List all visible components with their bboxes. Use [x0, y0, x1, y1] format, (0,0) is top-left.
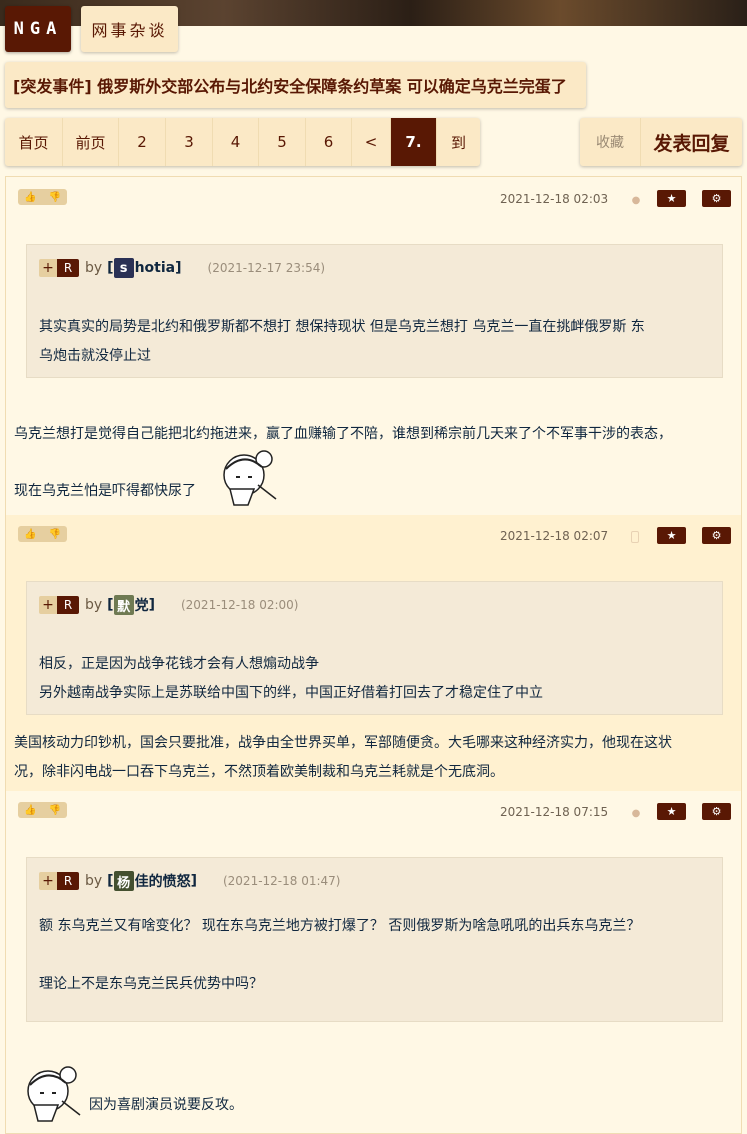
post-line: 因为喜剧演员说要反攻。 [89, 1097, 243, 1113]
star-icon[interactable]: ★ [657, 803, 686, 820]
quote-line: 另外越南战争实际上是苏联给中国下的绊，中国正好借着打回去了才稳定住了中立 [39, 685, 543, 701]
post: 👍 👎 2021-12-18 02:03 ● ★ ⚙ + R by [ s ho… [6, 177, 741, 515]
quote-text: 相反，正是因为战争花钱才会有人想煽动战争 另外越南战争实际上是苏联给中国下的绊，… [39, 650, 543, 708]
thread-actions: 收藏 发表回复 [580, 118, 742, 166]
by-label: by [85, 597, 103, 613]
user-name-rest: 佳的愤怒 [134, 874, 191, 890]
thumbs-up-icon[interactable]: 👍 [24, 805, 36, 816]
page-current[interactable]: 7. [391, 118, 437, 166]
vote-buttons[interactable]: 👍 👎 [18, 526, 67, 542]
post-line: 况，除非闪电战一口吞下乌克兰，不然顶着欧美制裁和乌克兰耗就是个无底洞。 [14, 764, 504, 780]
quote-text: 其实真实的局势是北约和俄罗斯都不想打 想保持现状 但是乌克兰想打 乌克兰一直在挑… [39, 313, 645, 371]
page-3[interactable]: 3 [166, 118, 213, 166]
quote-time: (2021-12-18 02:00) [180, 598, 299, 612]
thumbs-down-icon[interactable]: 👎 [49, 805, 61, 816]
quote-time: (2021-12-18 01:47) [222, 874, 341, 888]
vote-buttons[interactable]: 👍 👎 [18, 189, 67, 205]
page-2[interactable]: 2 [119, 118, 166, 166]
user-initial-badge: 默 [113, 595, 134, 615]
thumbs-up-icon[interactable]: 👍 [24, 529, 36, 540]
post-date: 2021-12-18 02:03 [500, 192, 609, 206]
anime-sticker-image [27, 1066, 81, 1122]
bracket-close: ] [175, 260, 182, 276]
post-content: 美国核动力印钞机，国会只要批准，战争由全世界买单，军部随便贪。大毛哪来这种经济实… [14, 729, 672, 787]
post: 👍 👎 2021-12-18 07:15 ● ★ ⚙ + R by [ 杨 佳的… [6, 791, 741, 1133]
nga-logo[interactable]: NGA [5, 6, 71, 52]
anime-sticker-image [223, 450, 277, 506]
quote-line: 乌炮击就没停止过 [39, 348, 151, 364]
page-back[interactable]: < [352, 118, 391, 166]
bracket-open: [ [107, 597, 114, 613]
bracket-close: ] [190, 873, 197, 889]
quote-line: 额 东乌克兰又有啥变化？ 现在东乌克兰地方被打爆了？ 否则俄罗斯为啥急吼吼的出兵… [39, 918, 641, 934]
apple-icon: ● [631, 807, 641, 819]
gear-icon[interactable]: ⚙ [702, 527, 731, 544]
quote-line [39, 941, 640, 970]
post-date: 2021-12-18 07:15 [500, 805, 609, 819]
quote-header: + R by [ 杨 佳的愤怒 ] (2021-12-18 01:47) [39, 871, 340, 891]
page-goto[interactable]: 到 [437, 118, 480, 166]
user-initial-badge: s [113, 258, 134, 278]
quote-header: + R by [ 默 党 ] (2021-12-18 02:00) [39, 595, 298, 615]
expand-button[interactable]: + [39, 596, 57, 614]
post-line: 现在乌克兰怕是吓得都快尿了 [14, 483, 196, 499]
gear-icon[interactable]: ⚙ [702, 803, 731, 820]
expand-button[interactable]: + [39, 872, 57, 890]
expand-button[interactable]: + [39, 259, 57, 277]
page-5[interactable]: 5 [259, 118, 306, 166]
reply-ref-button[interactable]: R [57, 259, 79, 277]
thumbs-up-icon[interactable]: 👍 [24, 192, 36, 203]
quote-time: (2021-12-17 23:54) [207, 261, 326, 275]
page-prev[interactable]: 前页 [63, 118, 119, 166]
quote-block: + R by [ 默 党 ] (2021-12-18 02:00) 相反，正是因… [26, 581, 723, 715]
quote-line: 相反，正是因为战争花钱才会有人想煽动战争 [39, 656, 319, 672]
section-tab[interactable]: 网事杂谈 [81, 6, 178, 52]
post-line: 美国核动力印钞机，国会只要批准，战争由全世界买单，军部随便贪。大毛哪来这种经济实… [14, 735, 672, 751]
pagination: 首页 前页 2 3 4 5 6 < 7. 到 [5, 118, 480, 166]
page-6[interactable]: 6 [306, 118, 352, 166]
quoted-user[interactable]: [ 杨 佳的愤怒 ] [107, 871, 197, 891]
post-content: 乌克兰想打是觉得自己能把北约拖进来，赢了血赚输了不陪，谁想到稀宗前几天来了个不军… [14, 420, 672, 506]
user-name-rest: 党 [134, 598, 149, 614]
bracket-close: ] [148, 597, 155, 613]
by-label: by [85, 260, 103, 276]
reply-ref-button[interactable]: R [57, 872, 79, 890]
post-content: 因为喜剧演员说要反攻。 [89, 1091, 243, 1120]
quoted-user[interactable]: [ 默 党 ] [107, 595, 155, 615]
post: 👍 👎 2021-12-18 02:07 ★ ⚙ + R by [ 默 党 ] … [6, 515, 741, 791]
post-date: 2021-12-18 02:07 [500, 529, 609, 543]
quote-block: + R by [ 杨 佳的愤怒 ] (2021-12-18 01:47) 额 东… [26, 857, 723, 1022]
star-icon[interactable]: ★ [657, 190, 686, 207]
user-initial-badge: 杨 [113, 871, 134, 891]
quote-text: 额 东乌克兰又有啥变化？ 现在东乌克兰地方被打爆了？ 否则俄罗斯为啥急吼吼的出兵… [39, 912, 640, 999]
thumbs-down-icon[interactable]: 👎 [49, 529, 61, 540]
quoted-user[interactable]: [ s hotia ] [107, 258, 182, 278]
apple-icon: ● [631, 194, 641, 206]
vote-buttons[interactable]: 👍 👎 [18, 802, 67, 818]
reply-ref-button[interactable]: R [57, 596, 79, 614]
bracket-open: [ [107, 260, 114, 276]
favorite-button[interactable]: 收藏 [580, 118, 641, 166]
star-icon[interactable]: ★ [657, 527, 686, 544]
phone-icon [631, 531, 639, 543]
reply-button[interactable]: 发表回复 [641, 118, 742, 166]
quote-line: 其实真实的局势是北约和俄罗斯都不想打 想保持现状 但是乌克兰想打 乌克兰一直在挑… [39, 319, 645, 335]
quote-header: + R by [ s hotia ] (2021-12-17 23:54) [39, 258, 325, 278]
gear-icon[interactable]: ⚙ [702, 190, 731, 207]
thread-title[interactable]: [突发事件] 俄罗斯外交部公布与北约安全保障条约草案 可以确定乌克兰完蛋了 [5, 62, 586, 108]
post-list: 👍 👎 2021-12-18 02:03 ● ★ ⚙ + R by [ s ho… [5, 176, 742, 1134]
quote-line: 理论上不是东乌克兰民兵优势中吗？ [39, 976, 263, 992]
thumbs-down-icon[interactable]: 👎 [49, 192, 61, 203]
by-label: by [85, 873, 103, 889]
quote-block: + R by [ s hotia ] (2021-12-17 23:54) 其实… [26, 244, 723, 378]
bracket-open: [ [107, 873, 114, 889]
post-line: 乌克兰想打是觉得自己能把北约拖进来，赢了血赚输了不陪，谁想到稀宗前几天来了个不军… [14, 426, 672, 442]
user-name-rest: hotia [134, 260, 176, 276]
page-first[interactable]: 首页 [5, 118, 63, 166]
page-4[interactable]: 4 [213, 118, 259, 166]
